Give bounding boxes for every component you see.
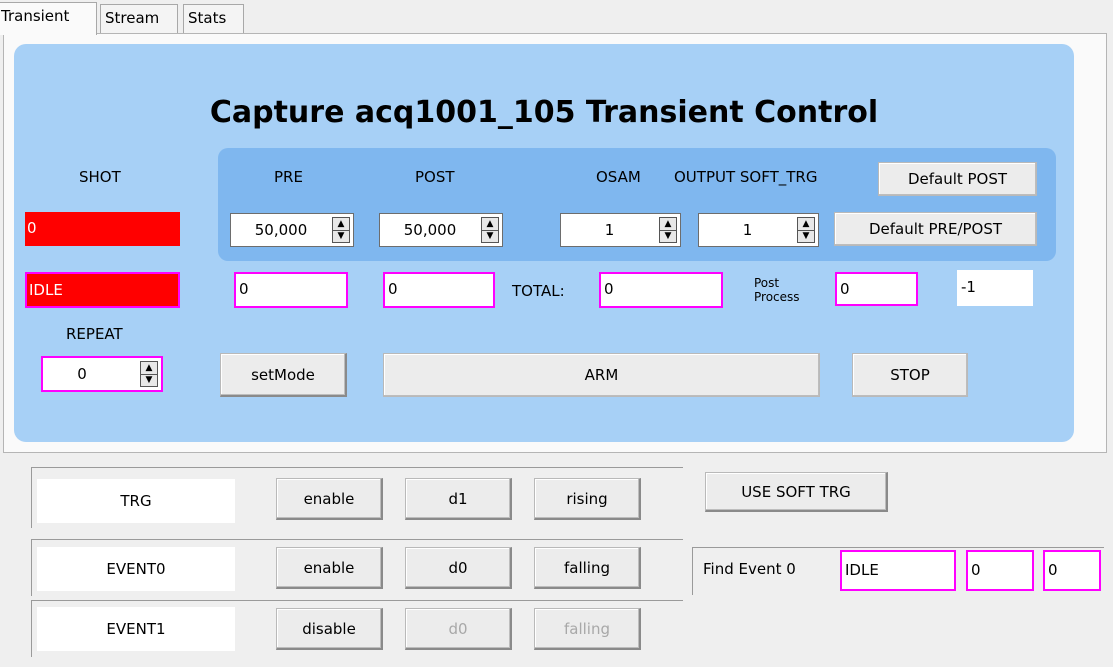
default-pre-post-button[interactable]: Default PRE/POST <box>834 212 1037 246</box>
find-event-state-field: IDLE <box>840 550 956 591</box>
tab-transient[interactable]: Transient <box>0 2 97 35</box>
default-post-button[interactable]: Default POST <box>878 162 1037 196</box>
arm-button[interactable]: ARM <box>383 353 820 397</box>
tab-stream[interactable]: Stream <box>100 4 178 34</box>
stop-button[interactable]: STOP <box>852 353 968 397</box>
repeat-spinbox[interactable]: 0 ▲ ▼ <box>41 356 163 392</box>
page-title: Capture acq1001_105 Transient Control <box>209 95 879 130</box>
tab-transient-label: Transient <box>1 7 70 25</box>
find-event-value2-field: 0 <box>1043 550 1101 591</box>
pre-down-arrow-icon[interactable]: ▼ <box>333 230 349 242</box>
event0-name: EVENT0 <box>37 547 235 591</box>
output-soft-trg-value: 1 <box>742 221 753 239</box>
set-mode-button[interactable]: setMode <box>220 353 347 397</box>
repeat-label: REPEAT <box>66 325 123 343</box>
post-label: POST <box>415 168 455 186</box>
use-soft-trg-button[interactable]: USE SOFT TRG <box>705 472 888 512</box>
output-soft-trg-spinbox[interactable]: 1 ▲ ▼ <box>698 213 819 247</box>
shot-number-field: 0 <box>25 212 180 246</box>
post-down-arrow-icon[interactable]: ▼ <box>482 230 498 242</box>
state-field: IDLE <box>25 272 180 308</box>
osam-spinbox[interactable]: 1 ▲ ▼ <box>560 213 681 247</box>
trg-edge-button[interactable]: rising <box>534 478 641 520</box>
output-soft-trg-down-arrow-icon[interactable]: ▼ <box>798 230 814 242</box>
pre-count-field: 0 <box>234 272 348 308</box>
repeat-down-arrow-icon[interactable]: ▼ <box>141 374 157 386</box>
total-field: 0 <box>599 272 723 308</box>
event1-dx-button: d0 <box>405 608 512 650</box>
pre-value: 50,000 <box>254 221 308 239</box>
tab-stats-label: Stats <box>188 9 227 27</box>
post-spinbox[interactable]: 50,000 ▲ ▼ <box>379 213 503 247</box>
pre-label: PRE <box>274 168 303 186</box>
trg-dx-button[interactable]: d1 <box>405 478 512 520</box>
tab-stream-label: Stream <box>105 9 160 27</box>
post-count-field: 0 <box>383 272 495 308</box>
find-event-value1-field: 0 <box>966 550 1034 591</box>
osam-value: 1 <box>604 221 615 239</box>
pre-spinbox[interactable]: 50,000 ▲ ▼ <box>230 213 354 247</box>
post-process-extra-field: -1 <box>957 270 1033 306</box>
total-label: TOTAL: <box>512 282 565 300</box>
output-soft-trg-label: OUTPUT SOFT_TRG <box>674 168 818 186</box>
osam-label: OSAM <box>596 168 641 186</box>
post-process-label: Post Process <box>754 276 800 304</box>
trg-name: TRG <box>37 479 235 523</box>
osam-down-arrow-icon[interactable]: ▼ <box>660 230 676 242</box>
find-event-label: Find Event 0 <box>703 560 796 578</box>
post-process-field: 0 <box>835 272 918 306</box>
event0-edge-button[interactable]: falling <box>534 547 641 589</box>
post-value: 50,000 <box>403 221 457 239</box>
event0-dx-button[interactable]: d0 <box>405 547 512 589</box>
event1-name: EVENT1 <box>37 607 235 651</box>
event1-enable-button[interactable]: disable <box>276 608 383 650</box>
repeat-value: 0 <box>77 365 87 383</box>
shot-label: SHOT <box>79 168 121 186</box>
event0-enable-button[interactable]: enable <box>276 547 383 589</box>
event1-edge-button: falling <box>534 608 641 650</box>
trg-enable-button[interactable]: enable <box>276 478 383 520</box>
tab-stats[interactable]: Stats <box>183 4 244 34</box>
